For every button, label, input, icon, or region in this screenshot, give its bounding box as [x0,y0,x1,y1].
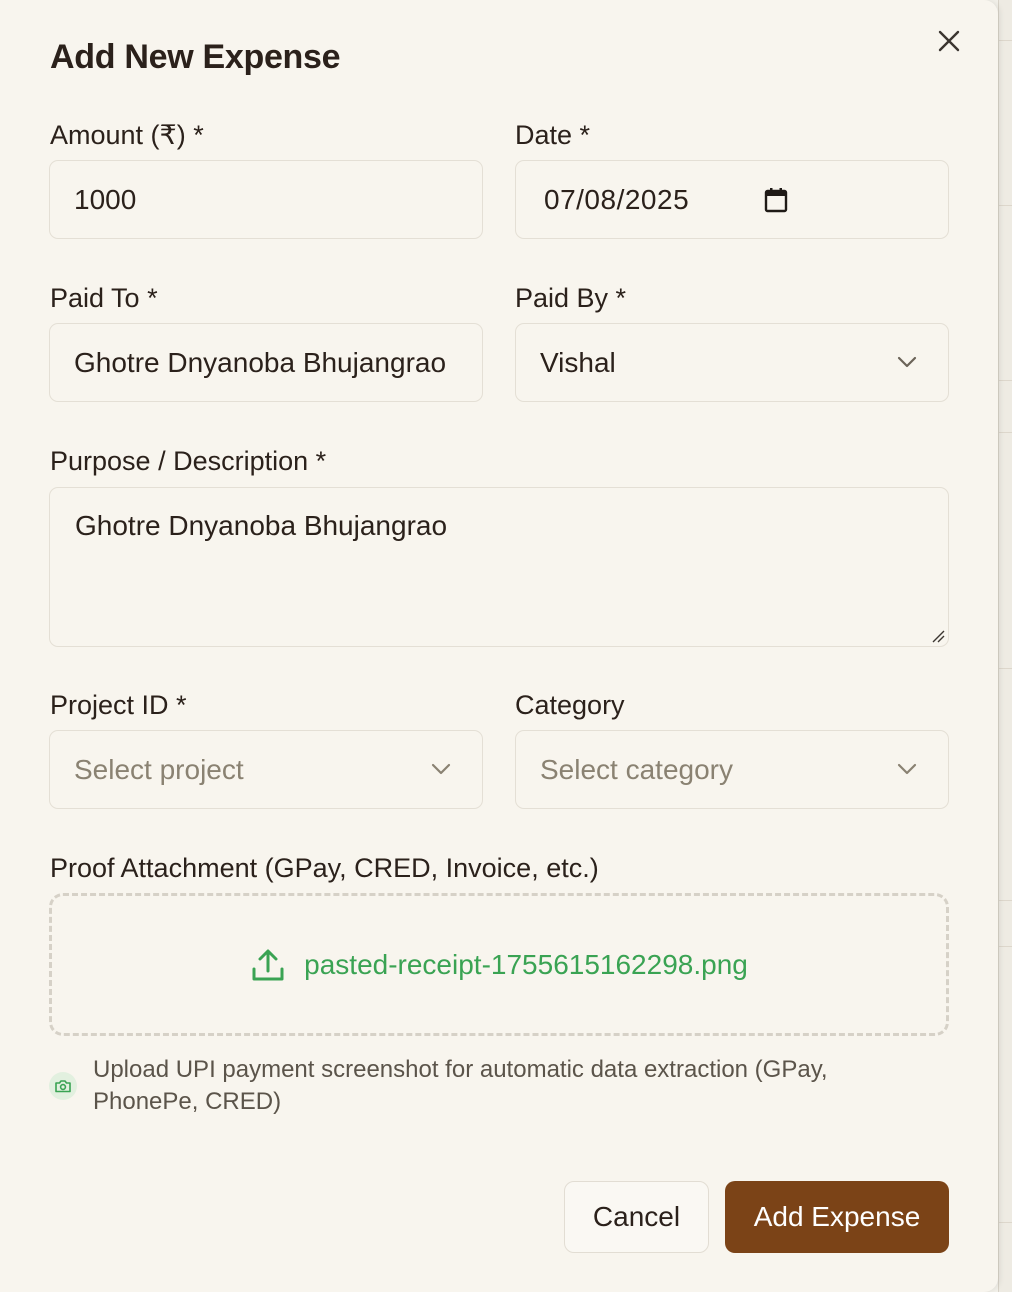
category-label: Category [515,690,625,720]
close-button[interactable] [932,24,966,58]
project-select[interactable]: Select project [49,730,483,809]
date-input[interactable]: 07/08/2025 [515,160,949,239]
proof-dropzone[interactable]: pasted-receipt-1755615162298.png [49,893,949,1036]
paid-by-select[interactable]: Vishal [515,323,949,402]
chevron-down-icon [897,356,917,368]
chevron-down-icon [897,763,917,775]
background-divider [999,40,1012,41]
amount-label: Amount (₹) * [50,120,204,150]
background-divider [999,900,1012,901]
background-divider [999,432,1012,433]
paid-to-input[interactable]: Ghotre Dnyanoba Bhujangrao [49,323,483,402]
dialog-title: Add New Expense [50,38,341,76]
chevron-down-icon [431,763,451,775]
purpose-value: Ghotre Dnyanoba Bhujangrao [75,510,448,541]
paid-by-value: Vishal [540,346,616,378]
background-divider [999,668,1012,669]
background-divider [999,1222,1012,1223]
upload-icon [252,949,284,980]
purpose-label: Purpose / Description * [50,446,327,476]
proof-hint-text: Upload UPI payment screenshot for automa… [93,1056,828,1115]
background-page [998,0,1012,1292]
calendar-icon[interactable] [764,187,788,220]
category-select[interactable]: Select category [515,730,949,809]
amount-value: 1000 [74,183,137,215]
resize-handle-icon[interactable] [931,629,945,643]
attached-file-name: pasted-receipt-1755615162298.png [304,948,748,980]
paid-by-label: Paid By * [515,283,627,313]
category-placeholder: Select category [540,753,733,785]
add-expense-button[interactable]: Add Expense [725,1181,949,1253]
background-divider [999,205,1012,206]
proof-label: Proof Attachment (GPay, CRED, Invoice, e… [50,853,599,883]
add-expense-dialog: Add New Expense Amount (₹) * 1000 Date *… [0,0,998,1292]
background-divider [999,380,1012,381]
paid-to-label: Paid To * [50,283,158,313]
background-divider [999,946,1012,947]
camera-icon [55,1080,71,1093]
amount-input[interactable]: 1000 [49,160,483,239]
camera-icon-badge [49,1072,77,1100]
date-value: 07/08/2025 [544,183,690,215]
purpose-textarea[interactable]: Ghotre Dnyanoba Bhujangrao [49,487,949,647]
project-placeholder: Select project [74,753,244,785]
project-id-label: Project ID * [50,690,187,720]
cancel-button[interactable]: Cancel [564,1181,709,1253]
date-label: Date * [515,120,591,150]
close-icon [938,30,960,52]
paid-to-value: Ghotre Dnyanoba Bhujangrao [74,346,447,378]
